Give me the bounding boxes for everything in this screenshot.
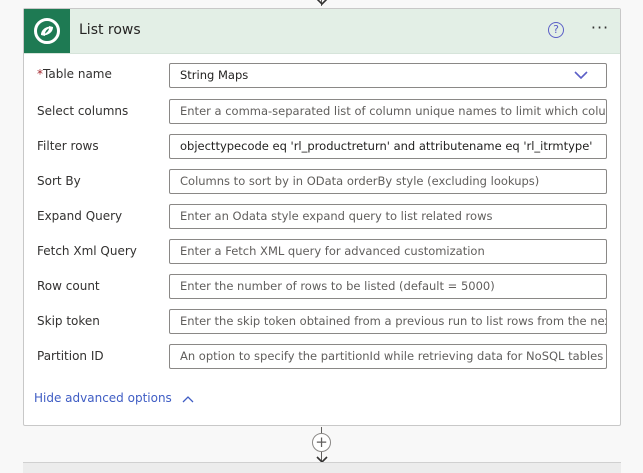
more-options-icon[interactable]: ··· — [588, 18, 612, 38]
expand-query-input[interactable]: Enter an Odata style expand query to lis… — [169, 204, 607, 229]
chevron-up-icon — [182, 395, 194, 402]
dataverse-logo-icon — [24, 9, 70, 53]
field-label-row-count: Row count — [37, 279, 100, 293]
filter-rows-input[interactable]: objecttypecode eq 'rl_productreturn' and… — [169, 134, 607, 159]
field-label-filter-rows: Filter rows — [37, 139, 99, 153]
field-label-sort-by: Sort By — [37, 174, 81, 188]
card-title[interactable]: List rows — [79, 22, 141, 38]
field-label-table-name: *Table name — [37, 67, 112, 81]
list-rows-action-card: List rows ? ··· *Table name String Maps … — [23, 8, 621, 426]
chevron-down-icon — [574, 71, 588, 80]
table-name-dropdown[interactable]: String Maps — [169, 63, 607, 88]
table-name-value: String Maps — [180, 68, 249, 82]
next-action-card-edge — [23, 462, 621, 473]
field-label-partition-id: Partition ID — [37, 349, 104, 363]
hide-advanced-options-link[interactable]: Hide advanced options — [34, 391, 194, 405]
field-label-skip-token: Skip token — [37, 314, 100, 328]
add-step-button[interactable]: + — [312, 433, 331, 452]
field-label-expand-query: Expand Query — [37, 209, 123, 223]
select-columns-input[interactable]: Enter a comma-separated list of column u… — [169, 99, 607, 124]
arrow-down-icon — [316, 0, 328, 6]
card-header[interactable]: List rows ? ··· — [24, 9, 620, 54]
fetch-xml-query-input[interactable]: Enter a Fetch XML query for advanced cus… — [169, 239, 607, 264]
field-label-select-columns: Select columns — [37, 104, 129, 118]
sort-by-input[interactable]: Columns to sort by in OData orderBy styl… — [169, 169, 607, 194]
row-count-input[interactable]: Enter the number of rows to be listed (d… — [169, 274, 607, 299]
partition-id-input[interactable]: An option to specify the partitionId whi… — [169, 344, 607, 369]
help-icon[interactable]: ? — [548, 22, 564, 38]
field-label-fetch-xml-query: Fetch Xml Query — [37, 244, 137, 258]
hide-advanced-options-label: Hide advanced options — [34, 391, 172, 405]
skip-token-input[interactable]: Enter the skip token obtained from a pre… — [169, 309, 607, 334]
